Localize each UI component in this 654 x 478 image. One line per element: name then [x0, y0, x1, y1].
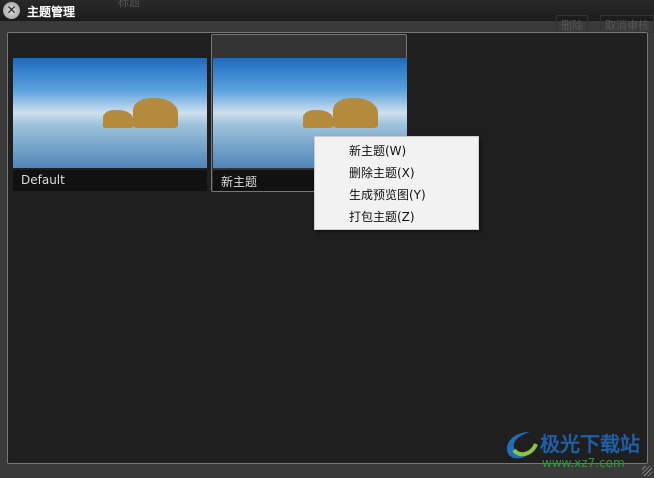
context-menu: 新主题(W) 删除主题(X) 生成预览图(Y) 打包主题(Z) — [314, 136, 479, 230]
theme-card-default[interactable]: Default — [11, 34, 207, 192]
watermark-url: www.xz7.com — [542, 456, 625, 470]
theme-name: Default — [13, 170, 207, 191]
menu-item-package-theme[interactable]: 打包主题(Z) — [315, 206, 478, 228]
theme-panel: Default 新主题 — [7, 32, 648, 464]
watermark: 极光下载站 www.xz7.com — [500, 428, 640, 470]
close-icon[interactable]: ✕ — [3, 2, 20, 19]
watermark-name: 极光下载站 — [540, 432, 640, 456]
menu-item-generate-preview[interactable]: 生成预览图(Y) — [315, 184, 478, 206]
window-title: 主题管理 — [27, 5, 76, 19]
theme-preview-image — [13, 58, 207, 168]
menu-item-new-theme[interactable]: 新主题(W) — [315, 140, 478, 162]
watermark-logo-icon — [506, 432, 538, 459]
background-title: 标题 — [118, 0, 140, 9]
background-cancel-review-button: 取消审核 — [600, 15, 654, 33]
menu-item-delete-theme[interactable]: 删除主题(X) — [315, 162, 478, 184]
resize-grip[interactable] — [642, 466, 652, 476]
background-delete-button: 删除 — [556, 15, 588, 33]
